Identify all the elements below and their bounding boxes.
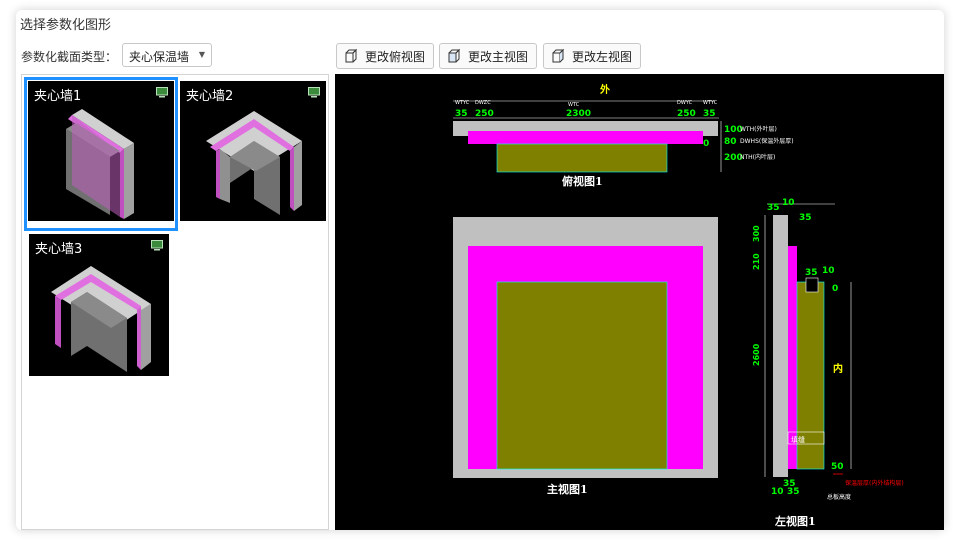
monitor-icon: [156, 87, 168, 98]
left-view: 35 10 35 35 10 0 300 210 2600 内 填缝 50 35…: [752, 198, 904, 528]
monitor-icon: [308, 87, 320, 98]
gallery-item-1[interactable]: 夹心墙1: [24, 77, 178, 231]
change-left-view-button[interactable]: 更改左视图: [543, 43, 642, 69]
wall-3d-render: [51, 266, 151, 372]
change-top-view-button[interactable]: 更改俯视图: [336, 43, 435, 69]
dim-code: WTYC: [703, 100, 718, 106]
cad-drawing: 外 WTYC DWZC WTC DWYC WTYC 35 250 2300 25…: [453, 83, 904, 528]
dim-value: 250: [677, 109, 696, 119]
outside-label: 外: [599, 83, 610, 96]
dim-value: 35: [787, 487, 800, 497]
cube-icon: [552, 48, 565, 63]
dim-code: WTC: [568, 102, 580, 108]
change-left-view-label: 更改左视图: [572, 49, 633, 64]
layer-label: DWHS(保温外层厚): [740, 137, 794, 145]
gallery-item-label: 夹心墙2: [186, 89, 234, 104]
top-view-title: 俯视图1: [562, 174, 603, 188]
dim-value: 10: [822, 266, 835, 276]
section-type-select[interactable]: 夹心保温墙 ▼: [122, 43, 212, 67]
dim-code: DWZC: [475, 100, 491, 106]
gallery-item-3[interactable]: 夹心墙3: [24, 231, 178, 385]
parametric-drawing-canvas: 外 WTYC DWZC WTC DWYC WTYC 35 250 2300 25…: [335, 74, 944, 530]
section-type-label: 参数化截面类型：: [21, 50, 118, 64]
top-view: 外 WTYC DWZC WTC DWYC WTYC 35 250 2300 25…: [453, 83, 794, 188]
dim-value: 35: [703, 109, 716, 119]
wall-3d-render: [66, 109, 134, 219]
thumbnail: 夹心墙3: [29, 234, 169, 376]
dim-value: 250: [475, 109, 494, 119]
dim-value: 300: [752, 225, 761, 242]
layer-label: NTH(内叶层): [740, 153, 775, 161]
dim-value: 35: [805, 268, 818, 278]
wall-3d-render: [206, 111, 302, 215]
dim-value: 10: [782, 198, 795, 208]
layer-label: WTH(外叶层): [740, 125, 777, 133]
cube-icon: [345, 48, 358, 63]
shape-gallery: 夹心墙1 夹心墙2 夹心墙3: [21, 74, 329, 530]
dim-value: 0: [832, 284, 838, 294]
cube-icon: [448, 48, 461, 63]
dim-value: 0: [703, 139, 709, 149]
dim-value: 80: [724, 137, 737, 147]
gallery-item-label: 夹心墙3: [35, 242, 83, 257]
left-view-title: 左视图1: [774, 514, 816, 528]
dim-code: DWYC: [677, 100, 693, 106]
dim-value: 2600: [752, 343, 761, 366]
gallery-item-2[interactable]: 夹心墙2: [178, 77, 332, 231]
change-front-view-label: 更改主视图: [468, 49, 529, 64]
bottom-note: 总板高度: [827, 493, 851, 501]
dim-value: 35: [767, 203, 780, 213]
slot-label: 填缝: [791, 435, 805, 444]
dim-code: WTYC: [455, 100, 470, 106]
monitor-icon: [151, 240, 163, 251]
red-note: 保温层厚(内外结构层): [845, 479, 904, 487]
dialog-title: 选择参数化图形: [20, 18, 112, 33]
gallery-item-label: 夹心墙1: [34, 89, 82, 104]
change-front-view-button[interactable]: 更改主视图: [439, 43, 538, 69]
thumbnail: 夹心墙2: [180, 81, 326, 221]
dim-value: 10: [771, 487, 784, 497]
dim-value: 210: [752, 253, 761, 270]
front-view-title: 主视图1: [547, 482, 588, 496]
front-view: 主视图1: [453, 217, 718, 496]
inside-label: 内: [833, 362, 843, 375]
section-type-value: 夹心保温墙: [129, 50, 190, 64]
dim-value: 50: [831, 462, 844, 472]
dim-value: 35: [799, 213, 812, 223]
chevron-down-icon: ▼: [198, 50, 205, 59]
dim-value: 2300: [566, 109, 591, 119]
dim-value: 35: [455, 109, 468, 119]
thumbnail: 夹心墙1: [28, 81, 174, 221]
change-top-view-label: 更改俯视图: [365, 49, 426, 64]
